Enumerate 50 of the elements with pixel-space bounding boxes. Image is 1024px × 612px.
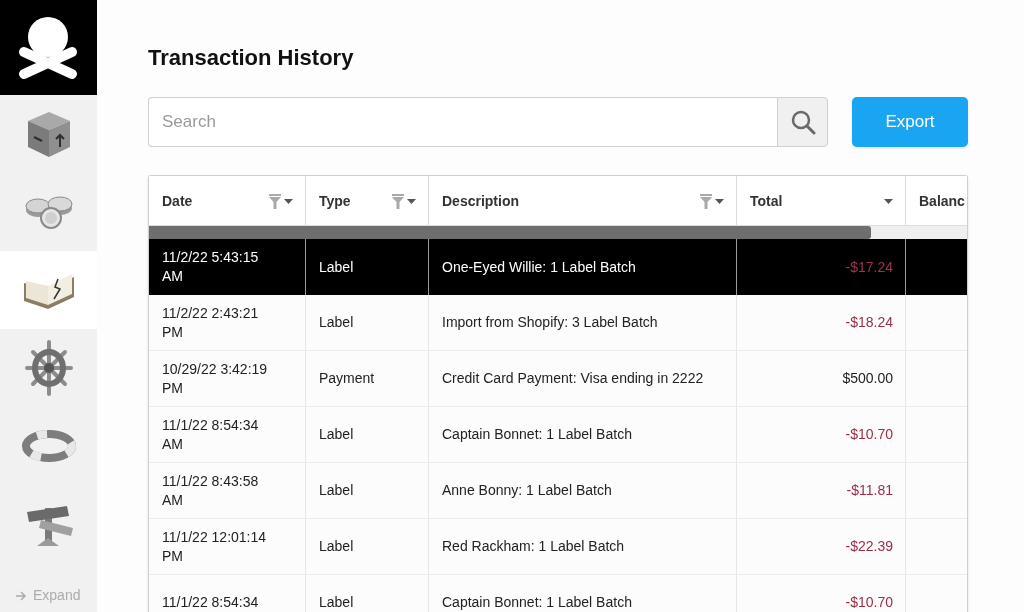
- table-cell-text: 10/29/22 3:42:19 PM: [162, 359, 269, 398]
- coins-icon: [23, 194, 74, 230]
- search-button[interactable]: [777, 97, 828, 147]
- table-cell: -$17.24: [845, 257, 893, 277]
- table-cell: 11/1/22 8:54:34: [162, 593, 259, 612]
- table-cell: Label: [319, 481, 354, 500]
- table-cell: Payment: [319, 369, 375, 388]
- caret-down-icon[interactable]: [407, 198, 416, 204]
- table-row[interactable]: 11/1/22 8:54:34 Label Captain Bonnet: 1 Label Batch -$10.70: [149, 575, 967, 612]
- sidebar-nav-button[interactable]: [0, 251, 97, 329]
- table-cell: One-Eyed Willie: 1 Label Batch: [442, 257, 636, 277]
- caret-down-icon[interactable]: [715, 198, 724, 204]
- table-cell-text: 11/2/22 5:43:15 AM: [162, 248, 260, 286]
- search-field[interactable]: Search: [148, 97, 777, 147]
- table-cell: -$10.70: [845, 593, 893, 612]
- table-cell: Captain Bonnet: 1 Label Batch: [442, 593, 632, 612]
- table-cell: Label: [319, 593, 354, 612]
- table-cell: -$22.39: [845, 537, 893, 556]
- page-title: Transaction History: [148, 44, 354, 72]
- table-cell: Red Rackham: 1 Label Batch: [442, 537, 625, 556]
- table-cell: Label: [319, 537, 354, 556]
- caret-down-icon[interactable]: [884, 198, 893, 204]
- table-row[interactable]: 11/1/22 8:54:34 AM Label Captain Bonnet: 1 Label Batch -$10.70: [149, 407, 967, 463]
- table-cell: $500.00: [842, 369, 893, 388]
- column-header[interactable]: Balanc: [906, 176, 969, 226]
- table-cell: Credit Card Payment: Visa ending in 2222: [442, 369, 704, 388]
- table-cell-text: 11/1/22 12:01:14 PM: [162, 527, 268, 566]
- arrow-right-icon: [15, 590, 27, 601]
- lifebuoy-icon: [20, 429, 77, 463]
- table-cell: -$18.24: [845, 313, 893, 332]
- caret-down-icon[interactable]: [284, 198, 293, 204]
- table-row[interactable]: 10/29/22 3:42:19 PM Payment Credit Card Payment: Visa ending in 2222 $500.00: [149, 351, 967, 407]
- table-cell-text: 11/2/22 2:43:21 PM: [162, 303, 260, 342]
- table-cell: -$10.70: [845, 425, 893, 444]
- table-cell: Label: [319, 425, 354, 444]
- table-row[interactable]: 11/1/22 8:43:58 AM Label Anne Bonny: 1 Label Batch -$11.81: [149, 463, 967, 519]
- table-row[interactable]: 11/2/22 5:43:15 AM Label One-Eyed Willie: 1 Label Batch -$17.24: [149, 239, 967, 295]
- table-cell: -$11.81: [846, 481, 893, 500]
- table-cell: Label: [319, 257, 354, 277]
- table-cell: Captain Bonnet: 1 Label Batch: [442, 425, 632, 444]
- table-cell-text: 11/1/22 8:43:58 AM: [162, 471, 260, 510]
- skull-crossbones-icon[interactable]: [0, 0, 97, 95]
- table-cell: Import from Shopify: 3 Label Batch: [442, 313, 658, 332]
- table-row[interactable]: 11/2/22 2:43:21 PM Label Import from Shopify: 3 Label Batch -$18.24: [149, 295, 967, 351]
- table-row[interactable]: 11/1/22 12:01:14 PM Label Red Rackham: 1 Label Batch -$22.39: [149, 519, 967, 575]
- table-cell: Anne Bonny: 1 Label Batch: [442, 481, 612, 500]
- ship-wheel-icon: [24, 340, 73, 396]
- table-cell-text: 11/1/22 8:54:34 AM: [162, 415, 260, 454]
- table-cell: Label: [319, 313, 354, 332]
- search-icon: [789, 109, 816, 135]
